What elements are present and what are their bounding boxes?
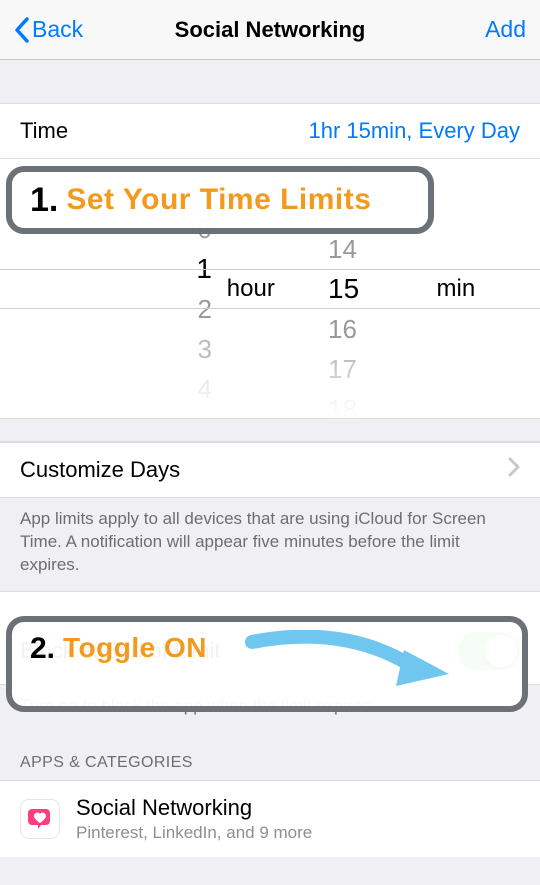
chevron-right-icon xyxy=(508,457,520,483)
toggle-knob xyxy=(485,635,517,667)
block-toggle[interactable] xyxy=(458,632,520,670)
chevron-left-icon xyxy=(14,17,30,43)
minute-selected: 15 xyxy=(328,269,359,309)
block-footer-note: Turn on to block the app when the limit … xyxy=(0,685,540,732)
minute-unit-label: min xyxy=(437,275,476,303)
apps-section-header: APPS & CATEGORIES xyxy=(0,732,540,780)
app-category-row[interactable]: Social Networking Pinterest, LinkedIn, a… xyxy=(0,780,540,857)
section-gap xyxy=(0,60,540,104)
hour-selected: 1 xyxy=(196,249,212,289)
back-label: Back xyxy=(32,16,83,43)
back-button[interactable]: Back xyxy=(14,16,83,43)
time-row[interactable]: Time 1hr 15min, Every Day xyxy=(0,104,540,158)
limit-footer-note: App limits apply to all devices that are… xyxy=(0,498,540,591)
app-title: Social Networking xyxy=(76,795,312,821)
hour-unit-label: hour xyxy=(227,275,275,303)
customize-days-row[interactable]: Customize Days xyxy=(0,442,540,498)
social-networking-icon xyxy=(20,799,60,839)
section-gap xyxy=(0,418,540,442)
block-at-end-row: Block at End of Limit xyxy=(0,591,540,685)
time-picker[interactable]: 0 1 2 3 4 12 13 14 15 16 17 18 hour min xyxy=(0,158,540,418)
add-button[interactable]: Add xyxy=(485,16,526,43)
minute-column[interactable]: 12 13 14 15 16 17 18 xyxy=(322,159,540,418)
customize-days-label: Customize Days xyxy=(20,457,500,483)
time-row-value: 1hr 15min, Every Day xyxy=(308,118,520,144)
time-row-label: Time xyxy=(20,118,308,144)
app-subtitle: Pinterest, LinkedIn, and 9 more xyxy=(76,823,312,843)
nav-bar: Back Social Networking Add xyxy=(0,0,540,60)
block-at-end-label: Block at End of Limit xyxy=(20,638,458,664)
